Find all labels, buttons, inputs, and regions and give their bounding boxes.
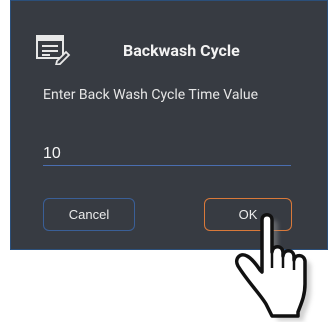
- screen: Backwash Cycle Enter Back Wash Cycle Tim…: [0, 0, 328, 322]
- dialog-header: Backwash Cycle: [11, 1, 327, 81]
- dialog-title: Backwash Cycle: [123, 41, 240, 60]
- cycle-time-input[interactable]: [43, 142, 291, 166]
- edit-list-icon: [35, 33, 71, 67]
- prompt-text: Enter Back Wash Cycle Time Value: [43, 87, 259, 103]
- cancel-button[interactable]: Cancel: [43, 198, 135, 231]
- hand-pointer-icon: [228, 206, 328, 322]
